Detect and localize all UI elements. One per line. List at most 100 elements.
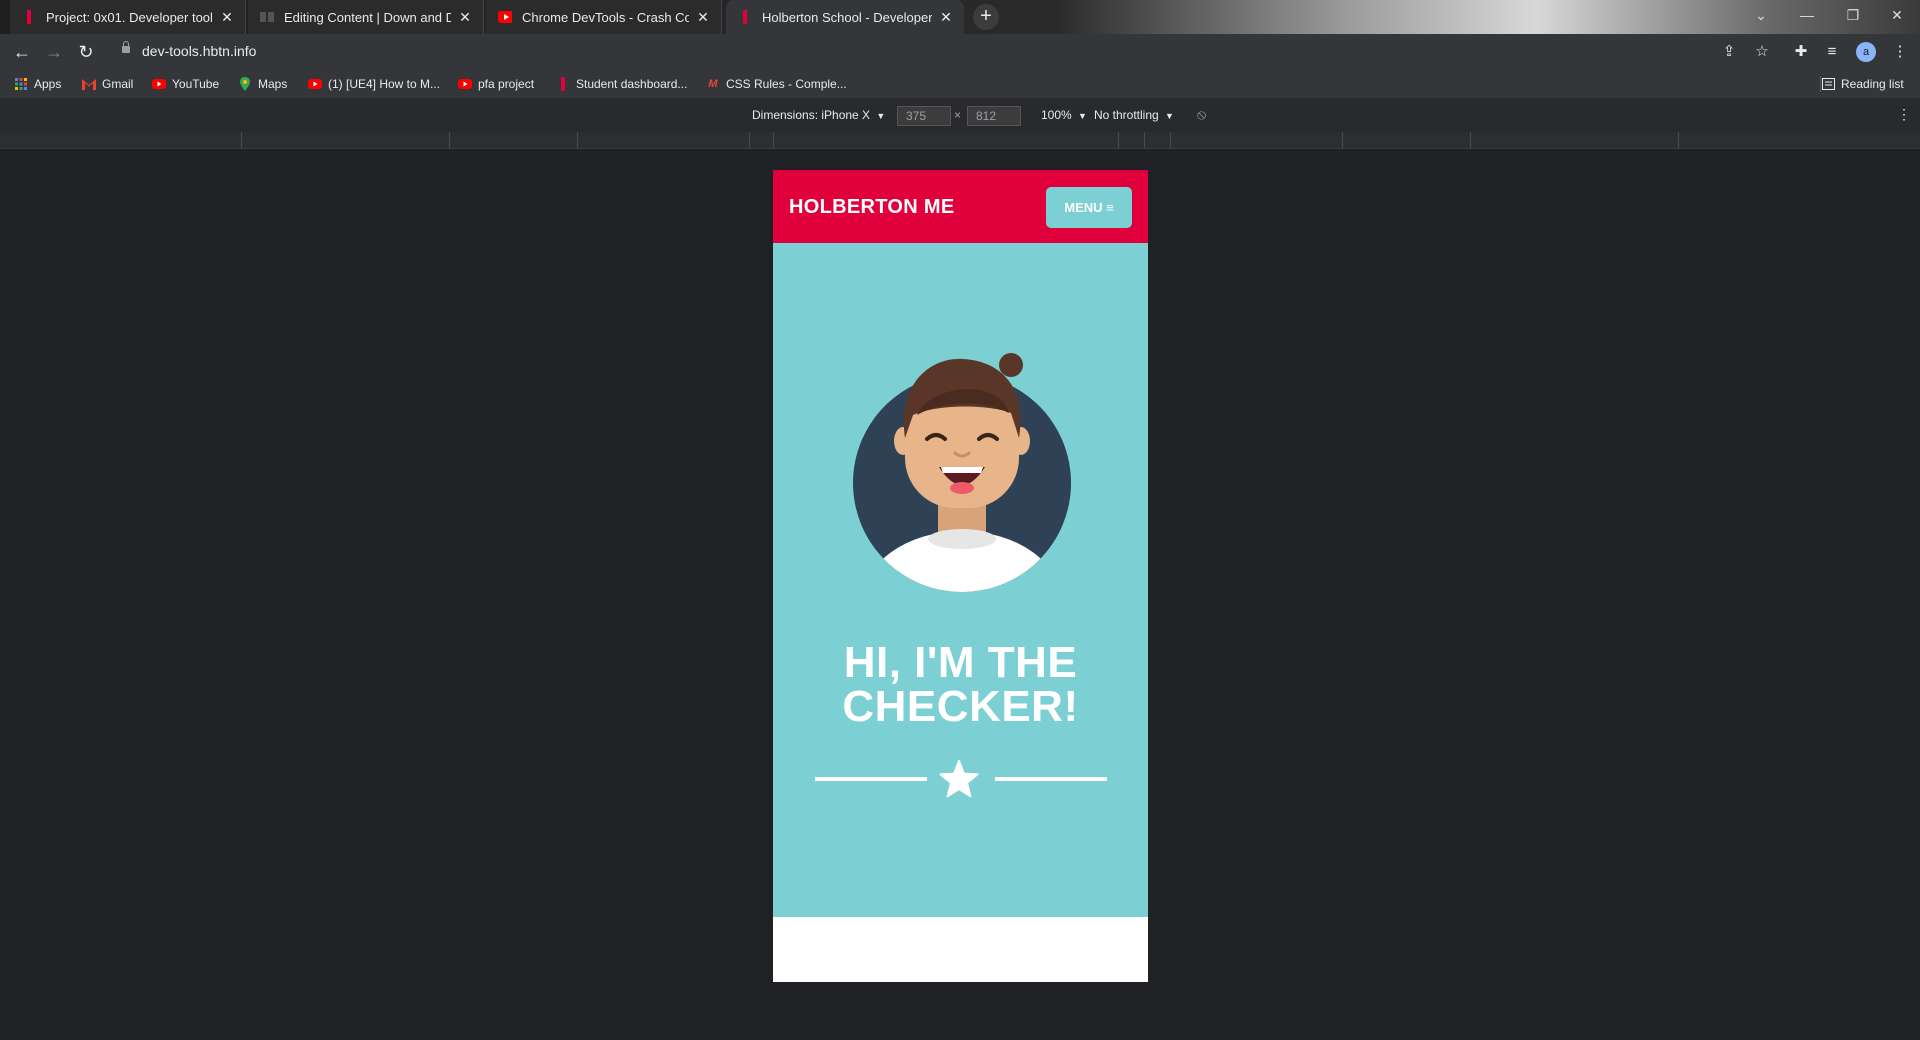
menu-button[interactable]: MENU ≡	[1046, 187, 1132, 228]
window-close-icon[interactable]: ✕	[1874, 0, 1920, 30]
youtube-icon	[308, 78, 322, 90]
bookmark-apps[interactable]: Apps	[14, 76, 61, 92]
bookmark-ue4-how-to[interactable]: (1) [UE4] How to M...	[308, 76, 440, 92]
media-query-segment[interactable]	[1343, 132, 1471, 148]
url-text: dev-tools.hbtn.info	[142, 43, 257, 59]
dropdown-caret-icon: ▼	[876, 111, 886, 121]
bookmark-pfa-project[interactable]: pfa project	[458, 76, 534, 92]
star-icon	[939, 760, 979, 798]
bookmark-label: pfa project	[478, 77, 535, 91]
media-query-bar[interactable]	[0, 132, 1920, 149]
youtube-icon	[152, 78, 166, 90]
tab-title: Holberton School - Developer to	[762, 9, 932, 25]
rotate-icon[interactable]: ⦸	[1197, 106, 1206, 123]
reload-icon[interactable]: ↻	[74, 40, 98, 64]
media-query-segment[interactable]	[1679, 132, 1920, 148]
maps-icon	[238, 77, 252, 91]
back-arrow-icon[interactable]: ←	[10, 40, 34, 64]
minimize-icon[interactable]: —	[1784, 0, 1830, 30]
zoom-dropdown[interactable]: 100% ▼	[1041, 108, 1087, 122]
device-toolbar: Dimensions: iPhone X ▼ 375 × 812 100% ▼ …	[0, 99, 1920, 133]
media-query-segment[interactable]	[1471, 132, 1679, 148]
bookmarks-bar: Apps Gmail YouTube Maps (1) [UE4] How to…	[0, 70, 1920, 99]
device-viewport: HOLBERTON ME MENU ≡ HI, I'M THE CHECKER!	[773, 170, 1148, 982]
media-query-segment[interactable]	[774, 132, 1119, 148]
extensions-puzzle-icon[interactable]: ✚	[1791, 42, 1811, 62]
bookmark-youtube[interactable]: YouTube	[152, 76, 219, 92]
media-query-segment[interactable]	[578, 132, 750, 148]
close-icon[interactable]: ✕	[938, 9, 954, 26]
media-query-segment[interactable]	[1119, 132, 1145, 148]
tab-strip: Project: 0x01. Developer tools | H ✕ Edi…	[0, 0, 1920, 34]
close-icon[interactable]: ✕	[219, 9, 235, 26]
avatar	[853, 353, 1071, 592]
bookmark-label: (1) [UE4] How to M...	[328, 77, 441, 91]
lock-icon	[122, 41, 130, 53]
media-query-segment[interactable]	[750, 132, 774, 148]
bookmark-maps[interactable]: Maps	[238, 76, 287, 92]
tab-project-developer-tools[interactable]: Project: 0x01. Developer tools | H ✕	[10, 0, 246, 34]
tab-title: Editing Content | Down and Dirty	[284, 9, 451, 25]
holberton-icon	[22, 10, 36, 24]
star-divider	[815, 759, 1107, 799]
divider-line	[995, 777, 1107, 781]
bookmark-gmail[interactable]: Gmail	[82, 76, 133, 92]
media-query-segment[interactable]	[0, 132, 242, 148]
youtube-icon	[498, 10, 512, 24]
zoom-label: 100%	[1041, 108, 1072, 122]
hero-title: HI, I'M THE CHECKER!	[773, 641, 1148, 729]
reading-list-button[interactable]: Reading list	[1820, 76, 1904, 92]
forward-arrow-icon[interactable]: →	[42, 40, 66, 64]
book-icon	[260, 10, 274, 24]
dropdown-caret-icon: ▼	[1078, 111, 1087, 121]
browser-toolbar: ← → ↻ dev-tools.hbtn.info ⇪ ☆ ✚ ≡ a ⋮	[0, 34, 1920, 70]
close-icon[interactable]: ✕	[695, 9, 711, 26]
apps-grid-icon	[14, 78, 28, 90]
bookmark-label: Gmail	[102, 77, 134, 91]
reading-list-icon	[1821, 78, 1835, 90]
bookmark-label: Student dashboard...	[576, 77, 688, 91]
mdn-icon: M	[708, 78, 718, 90]
divider-line	[815, 777, 927, 781]
hero-section: HI, I'M THE CHECKER!	[773, 243, 1148, 917]
media-query-segment[interactable]	[1171, 132, 1343, 148]
share-icon[interactable]: ⇪	[1719, 42, 1739, 62]
bookmark-label: YouTube	[172, 77, 220, 91]
dimensions-label: Dimensions: iPhone X	[752, 108, 871, 122]
tab-chrome-devtools-crash-course[interactable]: Chrome DevTools - Crash Course ✕	[486, 0, 722, 34]
bookmark-label: CSS Rules - Comple...	[726, 77, 847, 91]
profile-avatar[interactable]: a	[1856, 42, 1876, 62]
bookmark-student-dashboard[interactable]: Student dashboard...	[556, 76, 687, 92]
tab-editing-content[interactable]: Editing Content | Down and Dirty ✕	[248, 0, 484, 34]
holberton-icon	[738, 10, 752, 24]
tab-search-icon[interactable]: ⌄	[1738, 0, 1784, 30]
tab-title: Chrome DevTools - Crash Course	[522, 9, 689, 25]
tab-holberton-school[interactable]: Holberton School - Developer to ✕	[726, 0, 964, 34]
media-query-segment[interactable]	[1145, 132, 1171, 148]
hero-title-line-2: CHECKER!	[842, 682, 1079, 731]
address-bar[interactable]: dev-tools.hbtn.info	[110, 38, 1410, 66]
bookmark-label: Maps	[258, 77, 288, 91]
dropdown-caret-icon: ▼	[1165, 111, 1174, 121]
close-icon[interactable]: ✕	[457, 9, 473, 26]
device-width-input[interactable]: 375	[897, 106, 951, 126]
holberton-icon	[556, 77, 570, 91]
dimensions-dropdown[interactable]: Dimensions: iPhone X ▼	[752, 108, 885, 122]
new-tab-button[interactable]: +	[973, 4, 999, 30]
kebab-menu-icon[interactable]: ⋮	[1890, 42, 1910, 62]
throttling-label: No throttling	[1094, 108, 1159, 122]
devtools-more-icon[interactable]: ⋮	[1897, 106, 1911, 123]
dimension-separator: ×	[954, 108, 962, 122]
media-query-segment[interactable]	[242, 132, 450, 148]
device-height-input[interactable]: 812	[967, 106, 1021, 126]
tab-title: Project: 0x01. Developer tools | H	[46, 9, 213, 25]
media-playlist-icon[interactable]: ≡	[1822, 42, 1842, 62]
media-query-segment[interactable]	[450, 132, 578, 148]
site-logo[interactable]: HOLBERTON ME	[789, 196, 954, 219]
bookmark-css-rules[interactable]: M CSS Rules - Comple...	[706, 76, 847, 92]
restore-icon[interactable]: ❐	[1830, 0, 1876, 30]
youtube-icon	[458, 78, 472, 90]
site-header: HOLBERTON ME MENU ≡	[773, 170, 1148, 243]
throttling-dropdown[interactable]: No throttling ▼	[1094, 108, 1174, 122]
bookmark-star-icon[interactable]: ☆	[1752, 42, 1772, 62]
